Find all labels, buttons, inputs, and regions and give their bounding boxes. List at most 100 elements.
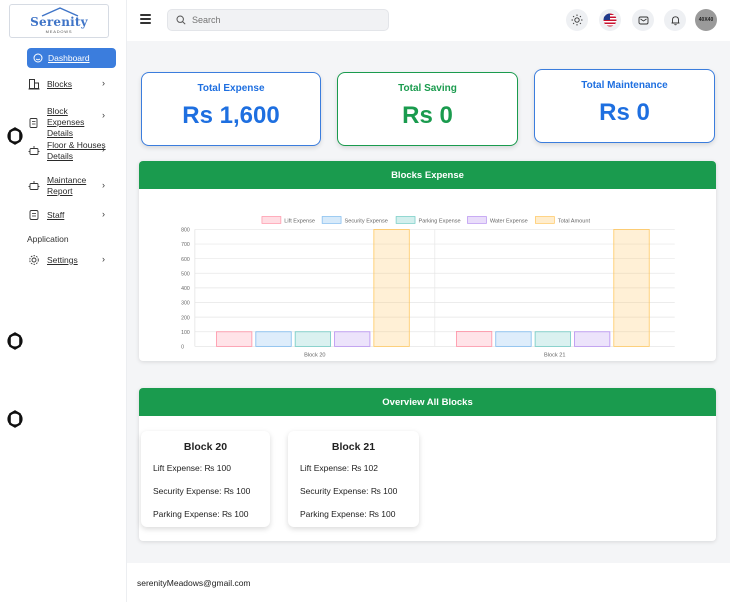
sidebar-item-label: Maintance Report <box>47 175 87 196</box>
stat-title: Total Saving <box>398 83 457 94</box>
y-tick-label: 300 <box>181 301 190 307</box>
blocks-expense-chart: Lift Expense Security Expense Parking Expe… <box>181 216 675 359</box>
chevron-right-icon: › <box>102 180 105 190</box>
bar <box>334 331 371 347</box>
avatar[interactable]: 40X40 <box>695 9 717 31</box>
receipt-icon <box>28 117 40 129</box>
sidebar-item-label: Settings <box>47 254 78 265</box>
legend-swatch <box>395 216 416 224</box>
menu-icon[interactable] <box>140 14 151 24</box>
x-tick-label: Block 21 <box>544 353 565 359</box>
search-input[interactable] <box>192 15 372 25</box>
search-bar[interactable] <box>167 9 389 31</box>
y-tick-label: 600 <box>181 257 190 263</box>
legend-label: Security Expense <box>345 219 388 225</box>
floating-app-icon[interactable] <box>4 408 26 430</box>
floating-app-icon[interactable] <box>4 125 26 147</box>
bell-icon <box>671 15 679 25</box>
mail-icon <box>638 16 648 24</box>
logo[interactable]: Serenity MEADOWS <box>9 4 109 38</box>
bar <box>456 331 493 347</box>
footer: serenityMeadows@gmail.com <box>127 563 730 602</box>
panel-title: Overview All Blocks <box>139 388 716 416</box>
bar <box>613 229 650 347</box>
gear-icon <box>28 254 40 266</box>
y-tick-label: 700 <box>181 242 190 248</box>
bar <box>255 331 292 347</box>
logo-subtext: MEADOWS <box>45 28 73 34</box>
lift-expense-text: Lift Expense: ₨ 102 <box>300 463 378 473</box>
chevron-right-icon: › <box>102 110 105 120</box>
sidebar-item-blocks[interactable]: Blocks <box>28 78 72 90</box>
footer-email: serenityMeadows@gmail.com <box>137 578 251 588</box>
sidebar-item-label: Floor & Houses Details <box>47 140 106 161</box>
sidebar-item-block-expenses[interactable]: Block Expenses Details <box>28 106 112 139</box>
chevron-right-icon: › <box>102 209 105 219</box>
bar <box>216 331 253 347</box>
block-card-21[interactable]: Block 21 Lift Expense: ₨ 102 Security Ex… <box>288 431 419 527</box>
us-flag-icon <box>603 13 617 27</box>
sidebar-item-label: Dashboard <box>48 53 90 63</box>
blocks-expense-panel: Blocks Expense Lift Expense Security Expe… <box>139 161 716 361</box>
sidebar-item-settings[interactable]: Settings <box>28 254 78 266</box>
y-tick-label: 400 <box>181 286 190 292</box>
legend-swatch <box>321 216 342 224</box>
stat-card-total-saving: Total Saving Rs 0 <box>337 72 518 146</box>
topbar: 40X40 <box>127 0 730 41</box>
bar <box>373 229 410 347</box>
chevron-right-icon: › <box>102 254 105 264</box>
stat-card-total-maintenance: Total Maintenance Rs 0 <box>534 69 715 143</box>
stat-value: Rs 0 <box>402 102 453 129</box>
sun-icon <box>571 14 583 26</box>
stat-title: Total Maintenance <box>581 80 668 91</box>
sidebar-item-label: Block Expenses Details <box>47 106 85 138</box>
sidebar-item-label: Blocks <box>47 78 73 89</box>
messages-button[interactable] <box>632 9 654 31</box>
panel-title: Blocks Expense <box>139 161 716 189</box>
chevron-right-icon: › <box>102 144 105 154</box>
sidebar-item-label: Staff <box>47 209 65 220</box>
x-tick-label: Block 20 <box>304 353 325 359</box>
logo-roof-icon <box>41 7 79 17</box>
dashboard-icon <box>33 53 43 63</box>
legend-swatch <box>261 216 282 224</box>
stat-value: Rs 1,600 <box>182 102 280 129</box>
legend-label: Total Amount <box>558 219 591 225</box>
legend-label: Water Expense <box>490 219 528 225</box>
building-icon <box>28 78 40 90</box>
y-tick-label: 500 <box>181 271 190 277</box>
robot-icon <box>28 145 40 157</box>
block-card-20[interactable]: Block 20 Lift Expense: ₨ 100 Security Ex… <box>141 431 270 527</box>
bar <box>574 331 611 347</box>
stat-card-total-expense: Total Expense Rs 1,600 <box>141 72 321 146</box>
sidebar-item-staff[interactable]: Staff <box>28 209 64 221</box>
bar <box>294 331 331 347</box>
language-button[interactable] <box>599 9 621 31</box>
stat-value: Rs 0 <box>599 99 650 126</box>
sidebar: Serenity MEADOWS Dashboard Blocks › Bloc… <box>0 0 127 602</box>
floating-app-icon[interactable] <box>4 330 26 352</box>
parking-expense-text: Parking Expense: ₨ 100 <box>300 509 396 519</box>
block-card-title: Block 21 <box>331 441 376 453</box>
chevron-right-icon: › <box>102 78 105 88</box>
y-tick-label: 100 <box>181 330 190 336</box>
lift-expense-text: Lift Expense: ₨ 100 <box>153 463 231 473</box>
parking-expense-text: Parking Expense: ₨ 100 <box>153 509 249 519</box>
sidebar-item-floor-houses[interactable]: Floor & Houses Details <box>28 140 112 162</box>
notifications-button[interactable] <box>664 9 686 31</box>
y-tick-label: 800 <box>181 228 190 234</box>
legend-swatch <box>467 216 487 224</box>
legend-swatch <box>535 216 555 224</box>
security-expense-text: Security Expense: ₨ 100 <box>153 486 251 496</box>
theme-toggle-button[interactable] <box>566 9 588 31</box>
y-tick-label: 0 <box>181 345 184 351</box>
sidebar-item-maintance-report[interactable]: Maintance Report <box>28 175 112 197</box>
document-icon <box>28 209 40 221</box>
legend-label: Parking Expense <box>418 219 460 225</box>
search-icon <box>176 15 186 25</box>
sidebar-section-title: Application <box>27 234 69 244</box>
sidebar-item-dashboard[interactable]: Dashboard <box>27 48 116 68</box>
y-tick-label: 200 <box>181 315 190 321</box>
stat-title: Total Expense <box>197 83 265 94</box>
security-expense-text: Security Expense: ₨ 100 <box>300 486 398 496</box>
